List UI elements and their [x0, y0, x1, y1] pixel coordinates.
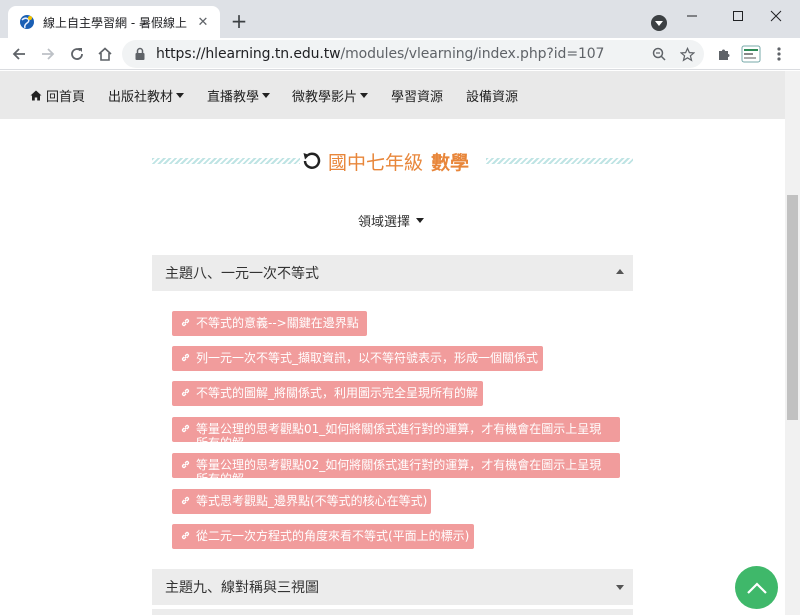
- new-tab-icon[interactable]: +: [228, 9, 250, 33]
- globe-favicon-icon: [20, 15, 34, 29]
- lesson-label: 從二元一次方程式的角度來看不等式(平面上的標示): [196, 529, 470, 543]
- nav-live-teaching[interactable]: 直播教學: [207, 71, 271, 119]
- caret-down-icon: [262, 92, 271, 98]
- close-window-icon[interactable]: [753, 4, 799, 28]
- site-nav-bar: 回首頁 出版社教材 直播教學 微教學影片 學習資源 設備資源: [0, 71, 785, 119]
- topic-header[interactable]: 主題九、線對稱與三視圖: [152, 569, 633, 605]
- bookmark-star-icon[interactable]: [679, 46, 695, 62]
- caret-down-icon: [416, 217, 425, 223]
- back-icon[interactable]: [6, 41, 32, 67]
- back-to-top-button[interactable]: [735, 566, 778, 609]
- lesson-link[interactable]: 從二元一次方程式的角度來看不等式(平面上的標示): [172, 524, 474, 549]
- nav-home[interactable]: 回首頁: [30, 71, 85, 119]
- lesson-label: 等式思考觀點_邊界點(不等式的核心在等式): [196, 494, 428, 508]
- nav-learning-resources[interactable]: 學習資源: [391, 71, 443, 119]
- nav-equipment-resources[interactable]: 設備資源: [466, 71, 518, 119]
- home-icon[interactable]: [92, 41, 118, 67]
- subject-label: 數學: [431, 151, 470, 174]
- nav-micro-label: 微教學影片: [292, 89, 358, 105]
- domain-select-dropdown[interactable]: 領域選擇: [358, 210, 425, 230]
- heading-decoration-left: [152, 158, 300, 164]
- lesson-label: 列一元一次不等式_擷取資訊，以不等符號表示，形成一個關係式: [196, 351, 539, 365]
- home-icon: [30, 90, 42, 100]
- nav-home-label: 回首頁: [46, 89, 86, 105]
- scrollbar-thumb[interactable]: [787, 195, 798, 420]
- tab-search-icon[interactable]: [651, 15, 667, 31]
- caret-down-icon: [176, 92, 185, 98]
- lesson-link[interactable]: 列一元一次不等式_擷取資訊，以不等符號表示，形成一個關係式: [172, 346, 543, 371]
- topic-header[interactable]: 主題八、一元一次不等式: [152, 255, 633, 291]
- link-icon: [181, 353, 190, 362]
- grade-label: 國中七年級: [328, 151, 424, 174]
- heading-decoration-right: [486, 158, 633, 164]
- close-tab-icon[interactable]: ✕: [194, 13, 212, 31]
- nav-live-label: 直播教學: [207, 89, 260, 105]
- menu-kebab-icon[interactable]: [766, 41, 792, 67]
- lesson-link[interactable]: 等量公理的思考觀點02_如何將關係式進行對的運算，才有機會在圖示上呈現所有的解: [172, 453, 620, 478]
- browser-tab-strip: 線上自主學習網 - 暑假線上自主學 ✕ +: [0, 0, 800, 38]
- link-icon: [181, 460, 190, 469]
- link-icon: [181, 531, 190, 540]
- profile-avatar-icon[interactable]: [738, 41, 764, 67]
- caret-down-icon: [360, 92, 369, 98]
- link-icon: [181, 318, 190, 327]
- zoom-icon[interactable]: [651, 46, 667, 62]
- lesson-link[interactable]: 不等式的意義-->關鍵在邊界點: [172, 311, 367, 336]
- nav-equipment-label: 設備資源: [466, 89, 519, 105]
- lesson-label: 不等式的意義-->關鍵在邊界點: [196, 316, 359, 330]
- lock-icon: [135, 47, 145, 60]
- topic-title: 主題八、一元一次不等式: [165, 266, 319, 282]
- lesson-label: 等量公理的思考觀點02_如何將關係式進行對的運算，才有機會在圖示上呈現所有的解: [196, 458, 602, 478]
- nav-publisher-label: 出版社教材: [108, 89, 174, 105]
- url-text: https://hlearning.tn.edu.tw/modules/vlea…: [156, 46, 605, 62]
- link-icon: [181, 496, 190, 505]
- lesson-link[interactable]: 不等式的圖解_將關係式，利用圖示完全呈現所有的解: [172, 381, 483, 406]
- lesson-link[interactable]: 等式思考觀點_邊界點(不等式的核心在等式): [172, 489, 431, 514]
- chevron-up-icon: [746, 581, 767, 594]
- browser-toolbar: https://hlearning.tn.edu.tw/modules/vlea…: [0, 38, 800, 70]
- next-topic-header-edge: [152, 609, 633, 615]
- domain-select-label: 領域選擇: [358, 214, 411, 230]
- reload-icon[interactable]: [64, 41, 90, 67]
- extensions-icon[interactable]: [711, 41, 737, 67]
- caret-down-icon: [616, 585, 624, 590]
- lesson-label: 不等式的圖解_將關係式，利用圖示完全呈現所有的解: [196, 386, 479, 400]
- history-icon: [303, 152, 321, 169]
- lesson-label: 等量公理的思考觀點01_如何將關係式進行對的運算，才有機會在圖示上呈現所有的解: [196, 422, 602, 442]
- nav-learning-label: 學習資源: [391, 89, 444, 105]
- topic-title: 主題九、線對稱與三視圖: [165, 580, 319, 596]
- nav-publisher-materials[interactable]: 出版社教材: [108, 71, 185, 119]
- minimize-icon[interactable]: [669, 4, 715, 28]
- page-title: 國中七年級 數學: [300, 148, 469, 174]
- link-icon: [181, 424, 190, 433]
- tab-title: 線上自主學習網 - 暑假線上自主學: [43, 15, 188, 30]
- caret-up-icon: [616, 269, 624, 274]
- lesson-link[interactable]: 等量公理的思考觀點01_如何將關係式進行對的運算，才有機會在圖示上呈現所有的解: [172, 417, 620, 442]
- forward-icon[interactable]: [35, 41, 61, 67]
- address-bar[interactable]: https://hlearning.tn.edu.tw/modules/vlea…: [122, 40, 704, 68]
- link-icon: [181, 388, 190, 397]
- nav-micro-videos[interactable]: 微教學影片: [292, 71, 369, 119]
- browser-tab[interactable]: 線上自主學習網 - 暑假線上自主學 ✕: [8, 6, 220, 38]
